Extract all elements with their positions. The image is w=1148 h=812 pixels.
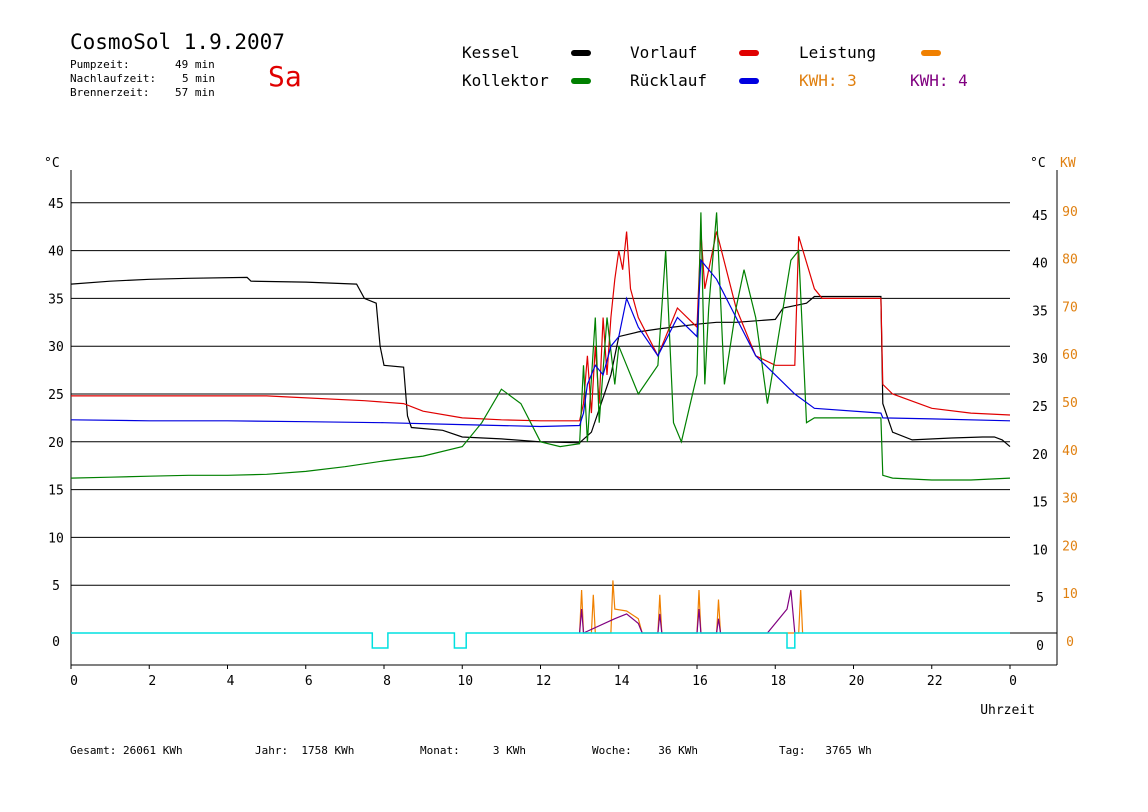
temperature-chart: 0 0 055 101010 201515 302020 402525 503030 60353…	[44, 156, 1078, 718]
xlabel: Uhrzeit	[980, 703, 1035, 718]
x-tick-1: 2	[148, 674, 156, 689]
y-tick-right-15: 15	[1032, 496, 1048, 511]
y-tick-left-5: 5	[52, 579, 60, 594]
series-pumpe-line	[71, 632, 1010, 649]
footer-woche: Woche: 36 KWh	[592, 744, 698, 757]
x-tick-4: 8	[383, 674, 391, 689]
y-tick-right-0: 0	[1036, 639, 1044, 654]
y-tick-power-90: 90	[1062, 205, 1078, 220]
series-leistung-line	[579, 580, 804, 634]
series-vorlauf-line	[71, 231, 1011, 422]
y-tick-power-50: 50	[1062, 396, 1078, 411]
y-tick-right-20: 20	[1032, 448, 1048, 463]
y-tick-left-45: 45	[48, 197, 64, 212]
x-tick-0: 0	[70, 674, 78, 689]
y-tick-left-20: 20	[48, 436, 64, 451]
y-tick-right-40: 40	[1032, 257, 1048, 272]
x-tick-8: 16	[692, 674, 708, 689]
ylabel-left: °C	[44, 156, 60, 171]
y-tick-right-10: 10	[1032, 543, 1048, 558]
x-tick-10: 20	[849, 674, 865, 689]
y-tick-right-25: 25	[1032, 400, 1048, 415]
y-tick-right-35: 35	[1032, 304, 1048, 319]
y-tick-right-45: 45	[1032, 209, 1048, 224]
y-tick-power-70: 70	[1062, 300, 1078, 315]
footer-tag: Tag: 3765 Wh	[779, 744, 872, 757]
y-tick-left-0: 0	[52, 635, 60, 650]
x-tick-12: 0	[1009, 674, 1017, 689]
y-tick-power-10: 10	[1062, 587, 1078, 602]
y-tick-power-60: 60	[1062, 348, 1078, 363]
y-tick-right-5: 5	[1036, 591, 1044, 606]
y-tick-left-30: 30	[48, 340, 64, 355]
footer-monat: Monat: 3 KWh	[420, 744, 526, 757]
y-tick-left-10: 10	[48, 531, 64, 546]
ylabel-right: °C	[1030, 156, 1046, 171]
x-tick-3: 6	[305, 674, 313, 689]
x-tick-6: 12	[536, 674, 552, 689]
x-tick-11: 22	[927, 674, 943, 689]
y-tick-left-35: 35	[48, 292, 64, 307]
y-tick-left-40: 40	[48, 245, 64, 260]
footer-jahr: Jahr: 1758 KWh	[255, 744, 355, 757]
y-tick-left-15: 15	[48, 484, 64, 499]
y-tick-power-30: 30	[1062, 492, 1078, 507]
y-tick-left-25: 25	[48, 388, 64, 403]
y-tick-power-40: 40	[1062, 444, 1078, 459]
x-tick-5: 10	[457, 674, 473, 689]
series-r-cklauf-line	[70, 258, 1011, 428]
y-tick-power-20: 20	[1062, 539, 1078, 554]
x-tick-9: 18	[770, 674, 786, 689]
y-tick-power-0: 0	[1066, 635, 1074, 650]
x-tick-2: 4	[227, 674, 235, 689]
x-tick-7: 14	[614, 674, 630, 689]
y-tick-right-30: 30	[1032, 352, 1048, 367]
footer-gesamt: Gesamt: 26061 KWh	[70, 744, 183, 757]
ylabel-power: KW	[1060, 156, 1076, 171]
y-tick-power-80: 80	[1062, 253, 1078, 268]
